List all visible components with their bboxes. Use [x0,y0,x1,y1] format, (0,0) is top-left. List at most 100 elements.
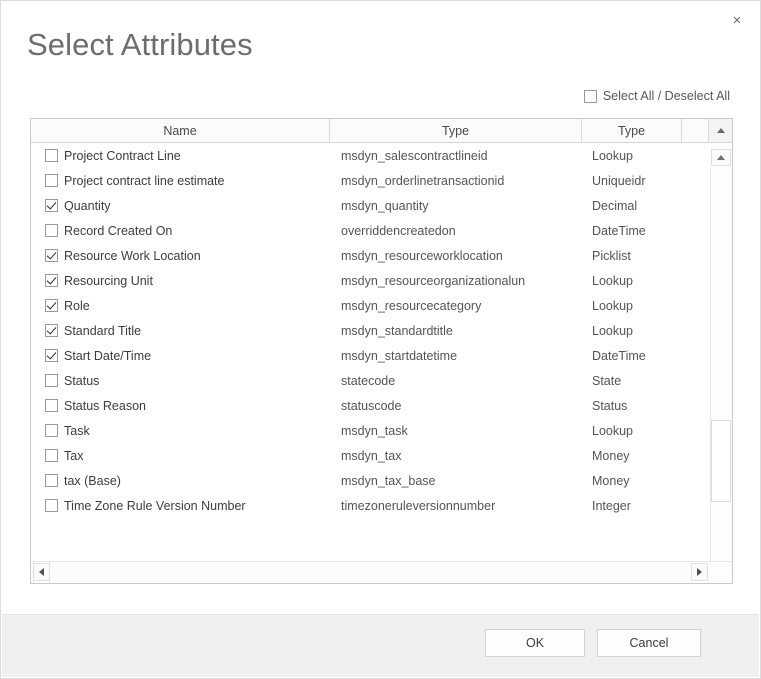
attribute-checkbox[interactable] [45,249,58,262]
column-header-filler[interactable] [682,119,709,142]
select-all-deselect-all-checkbox[interactable]: Select All / Deselect All [584,89,730,103]
column-header-type[interactable]: Type [582,119,682,142]
attributes-grid: Name Type Type Project Contract Linemsdy… [30,118,733,584]
attribute-name-label: Status [64,374,99,388]
horizontal-scrollbar-track[interactable] [51,563,690,581]
attribute-logical-name-cell: msdyn_tax_base [330,468,582,493]
attribute-name-cell[interactable]: tax (Base) [31,468,330,493]
column-header-logical-type[interactable]: Type [330,119,582,142]
attribute-name-cell[interactable]: Tax [31,443,330,468]
attribute-logical-name-cell: msdyn_task [330,418,582,443]
table-row[interactable]: Time Zone Rule Version Number timezonerul… [31,493,711,518]
attribute-name-label: Role [64,299,90,313]
attribute-name-label: tax (Base) [64,474,121,488]
ok-button[interactable]: OK [485,629,585,657]
scroll-left-arrow-icon[interactable] [33,563,50,581]
table-row[interactable]: Quantitymsdyn_quantityDecimal [31,193,711,218]
scroll-up-arrow-icon[interactable] [711,149,731,166]
attribute-name-label: Quantity [64,199,111,213]
attribute-name-cell[interactable]: Standard Title [31,318,330,343]
attribute-name-cell[interactable]: Record Created On [31,218,330,243]
attribute-type-cell: DateTime [582,343,682,368]
attribute-logical-name-cell: msdyn_resourcecategory [330,293,582,318]
attribute-logical-name-cell: msdyn_resourceworklocation [330,243,582,268]
attribute-checkbox[interactable] [45,199,58,212]
attribute-name-cell[interactable]: Resourcing Unit [31,268,330,293]
select-all-checkbox-box[interactable] [584,90,597,103]
table-row[interactable]: Taxmsdyn_taxMoney [31,443,711,468]
attribute-type-cell: Lookup [582,293,682,318]
vertical-scrollbar[interactable] [710,167,732,584]
attribute-checkbox[interactable] [45,349,58,362]
attribute-name-cell[interactable]: Start Date/Time [31,343,330,368]
close-icon[interactable]: × [722,7,752,33]
attribute-name-label: Tax [64,449,83,463]
attribute-logical-name-cell: timezoneruleversionnumber [330,493,582,518]
attribute-name-cell[interactable]: Project Contract Line [31,143,330,168]
horizontal-scrollbar[interactable] [31,561,733,583]
scroll-up-arrow-glyph [717,155,725,160]
grid-header-row: Name Type Type [31,119,732,143]
attribute-name-label: Resource Work Location [64,249,201,263]
attribute-type-cell: Money [582,468,682,493]
attribute-logical-name-cell: statecode [330,368,582,393]
attribute-type-cell: Status [582,393,682,418]
attribute-checkbox[interactable] [45,174,58,187]
attribute-name-label: Standard Title [64,324,141,338]
attribute-checkbox[interactable] [45,274,58,287]
attribute-name-label: Resourcing Unit [64,274,153,288]
attribute-name-cell[interactable]: Role [31,293,330,318]
attribute-checkbox[interactable] [45,149,58,162]
attribute-type-cell: Lookup [582,143,682,168]
attribute-name-cell[interactable]: Status [31,368,330,393]
table-row[interactable]: tax (Base) msdyn_tax_baseMoney [31,468,711,493]
scroll-right-arrow-icon[interactable] [691,563,708,581]
attribute-name-cell[interactable]: Project contract line estimate [31,168,330,193]
attribute-type-cell: State [582,368,682,393]
attribute-checkbox[interactable] [45,499,58,512]
attribute-type-cell: Lookup [582,268,682,293]
attribute-name-label: Time Zone Rule Version Number [64,499,246,513]
table-row[interactable]: Record Created OnoverriddencreatedonDate… [31,218,711,243]
attribute-checkbox[interactable] [45,474,58,487]
attribute-name-cell[interactable]: Resource Work Location [31,243,330,268]
attribute-name-cell[interactable]: Task [31,418,330,443]
table-row[interactable]: Resourcing Unit msdyn_resourceorganizatio… [31,268,711,293]
select-all-label: Select All / Deselect All [603,89,730,103]
table-row[interactable]: Status statecodeState [31,368,711,393]
attribute-name-cell[interactable]: Time Zone Rule Version Number [31,493,330,518]
table-row[interactable]: Project Contract Linemsdyn_salescontract… [31,143,711,168]
attribute-name-label: Record Created On [64,224,172,238]
table-row[interactable]: Resource Work Location msdyn_resourcework… [31,243,711,268]
column-header-name[interactable]: Name [31,119,330,142]
attribute-type-cell: Lookup [582,418,682,443]
attribute-type-cell: Picklist [582,243,682,268]
attribute-checkbox[interactable] [45,374,58,387]
table-row[interactable]: Start Date/Timemsdyn_startdatetimeDateTi… [31,343,711,368]
attribute-name-cell[interactable]: Quantity [31,193,330,218]
attribute-logical-name-cell: msdyn_tax [330,443,582,468]
attribute-name-label: Project contract line estimate [64,174,225,188]
attribute-checkbox[interactable] [45,299,58,312]
attribute-name-label: Task [64,424,90,438]
table-row[interactable]: Standard Titlemsdyn_standardtitleLookup [31,318,711,343]
dialog-footer: OK Cancel [2,614,759,677]
table-row[interactable]: Status ReasonstatuscodeStatus [31,393,711,418]
cancel-button[interactable]: Cancel [597,629,701,657]
attribute-checkbox[interactable] [45,424,58,437]
sort-arrow-glyph [717,128,725,133]
attribute-name-cell[interactable]: Status Reason [31,393,330,418]
attribute-checkbox[interactable] [45,399,58,412]
table-row[interactable]: Task msdyn_taskLookup [31,418,711,443]
attribute-checkbox[interactable] [45,324,58,337]
attribute-type-cell: Integer [582,493,682,518]
table-row[interactable]: Project contract line estimatemsdyn_orde… [31,168,711,193]
vertical-scrollbar-thumb[interactable] [711,420,731,502]
table-row[interactable]: Role msdyn_resourcecategoryLookup [31,293,711,318]
sort-ascending-icon[interactable] [709,119,732,142]
scroll-right-arrow-glyph [697,568,702,576]
attribute-logical-name-cell: msdyn_resourceorganizationalun [330,268,582,293]
attribute-type-cell: DateTime [582,218,682,243]
attribute-checkbox[interactable] [45,224,58,237]
attribute-checkbox[interactable] [45,449,58,462]
